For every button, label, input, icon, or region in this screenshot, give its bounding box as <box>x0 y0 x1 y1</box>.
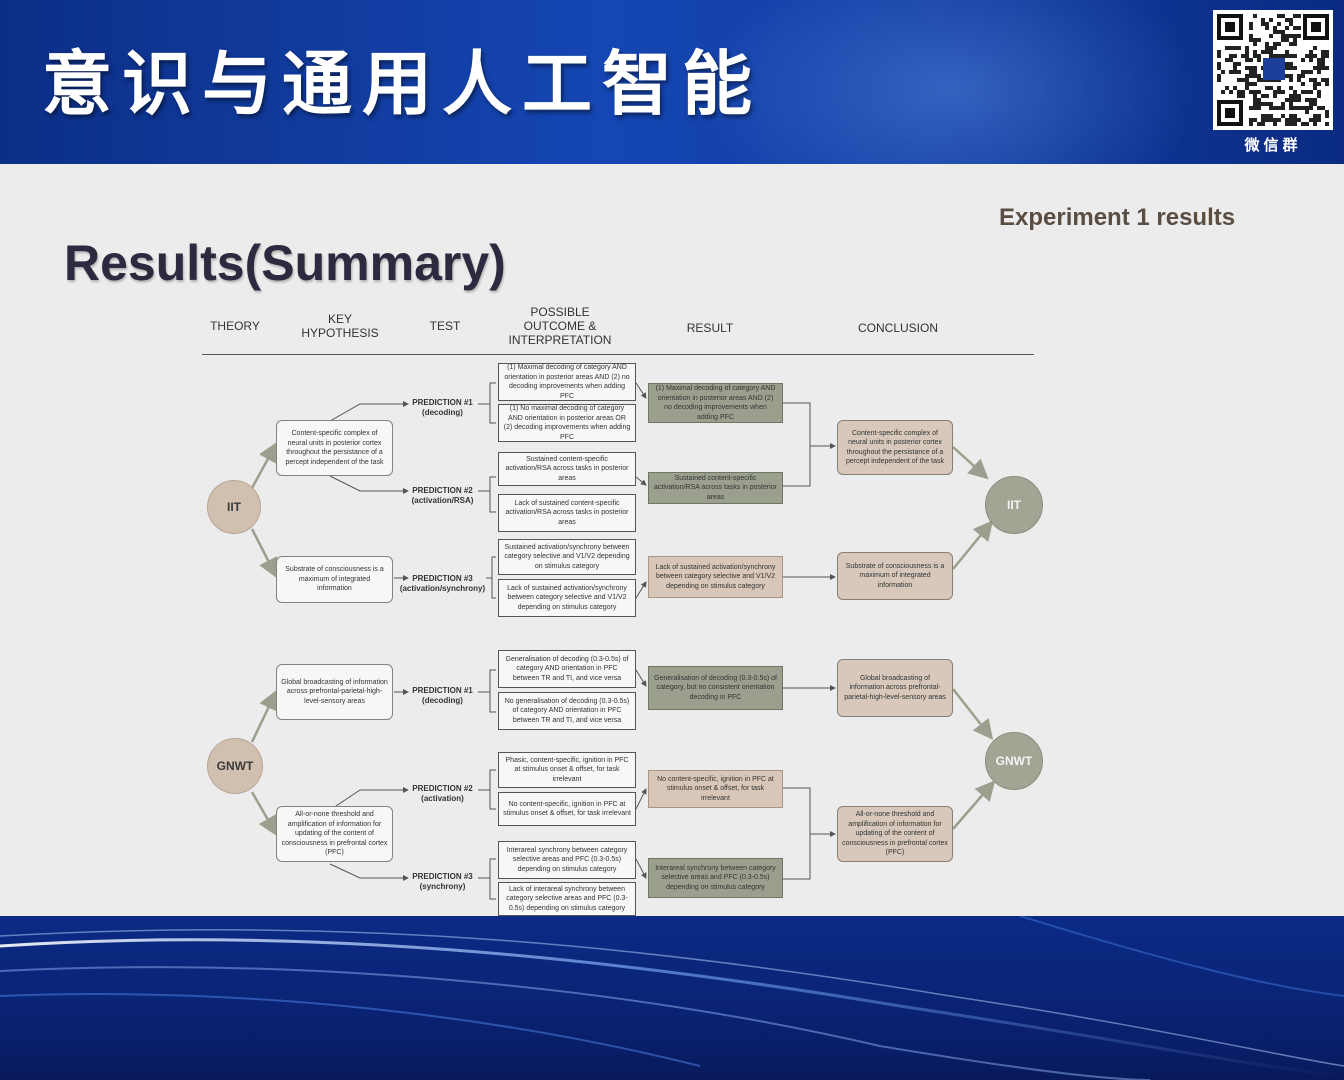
prediction-gnwt-3-sub: (synchrony) <box>419 882 466 891</box>
prediction-gnwt-2-sub: (activation) <box>421 794 464 803</box>
outcome-iit-5: Sustained activation/synchrony between c… <box>498 539 636 575</box>
outcome-gnwt-1: Generalisation of decoding (0.3-0.5s) of… <box>498 650 636 688</box>
outcome-gnwt-4: No content-specific, ignition in PFC at … <box>498 792 636 826</box>
header-banner: 意识与通用人工智能 微信群 <box>0 0 1344 164</box>
outcome-iit-4: Lack of sustained content-specific activ… <box>498 494 636 532</box>
result-iit-2: Sustained content-specific activation/RS… <box>648 472 783 504</box>
slide: Experiment 1 results Results(Summary) TH… <box>0 164 1344 916</box>
outcome-iit-1: (1) Maximal decoding of category AND ori… <box>498 363 636 401</box>
result-gnwt-2: No content-specific, ignition in PFC at … <box>648 770 783 808</box>
result-gnwt-3: Interareal synchrony between category se… <box>648 858 783 898</box>
conclusion-iit-1: Content-specific complex of neural units… <box>837 420 953 475</box>
conclusion-gnwt-2: All-or-none threshold and amplification … <box>837 806 953 862</box>
footer-decoration <box>0 916 1344 1080</box>
prediction-gnwt-3: PREDICTION #3 (synchrony) <box>405 872 480 892</box>
prediction-iit-1: PREDICTION #1 (decoding) <box>405 398 480 418</box>
prediction-iit-2: PREDICTION #2 (activation/RSA) <box>405 486 480 506</box>
prediction-gnwt-1: PREDICTION #1 (decoding) <box>405 686 480 706</box>
prediction-iit-3: PREDICTION #3 (activation/synchrony) <box>395 574 490 594</box>
result-gnwt-1: Generalisation of decoding (0.3-0.5s) of… <box>648 666 783 710</box>
prediction-iit-2-label: PREDICTION #2 <box>412 486 473 495</box>
qr-code-icon <box>1213 10 1333 130</box>
outcome-gnwt-3: Phasic, content-specific, ignition in PF… <box>498 752 636 788</box>
prediction-iit-1-label: PREDICTION #1 <box>412 398 473 407</box>
result-iit-3: Lack of sustained activation/synchrony b… <box>648 556 783 598</box>
prediction-gnwt-2-label: PREDICTION #2 <box>412 784 473 793</box>
outcome-gnwt-6: Lack of interareal synchrony between cat… <box>498 882 636 916</box>
outcome-iit-3: Sustained content-specific activation/RS… <box>498 452 636 486</box>
hypothesis-box-iit-1: Content-specific complex of neural units… <box>276 420 393 476</box>
outcome-iit-2: (1) No maximal decoding of category AND … <box>498 404 636 442</box>
conclusion-gnwt-1: Global broadcasting of information acros… <box>837 659 953 717</box>
qr-caption: 微信群 <box>1244 136 1302 154</box>
prediction-iit-3-label: PREDICTION #3 <box>412 574 473 583</box>
outcome-gnwt-2: No generalisation of decoding (0.3-0.5s)… <box>498 692 636 730</box>
hypothesis-box-iit-2: Substrate of consciousness is a maximum … <box>276 556 393 603</box>
banner-title: 意识与通用人工智能 <box>42 43 762 125</box>
outcome-iit-6: Lack of sustained activation/synchrony b… <box>498 579 636 617</box>
hypothesis-box-gnwt-2: All-or-none threshold and amplification … <box>276 806 393 862</box>
light-streak-decoration <box>0 916 1344 1080</box>
conclusion-circle-iit: IIT <box>985 476 1043 534</box>
prediction-gnwt-1-sub: (decoding) <box>422 696 463 705</box>
theory-circle-iit: IIT <box>207 480 261 534</box>
prediction-iit-2-sub: (activation/RSA) <box>411 496 474 505</box>
prediction-iit-3-sub: (activation/synchrony) <box>399 584 486 593</box>
theory-circle-gnwt: GNWT <box>207 738 263 794</box>
prediction-gnwt-2: PREDICTION #2 (activation) <box>405 784 480 804</box>
prediction-gnwt-1-label: PREDICTION #1 <box>412 686 473 695</box>
conclusion-circle-gnwt: GNWT <box>985 732 1043 790</box>
hypothesis-box-gnwt-1: Global broadcasting of information acros… <box>276 664 393 720</box>
prediction-gnwt-3-label: PREDICTION #3 <box>412 872 473 881</box>
result-iit-1: (1) Maximal decoding of category AND ori… <box>648 383 783 423</box>
prediction-iit-1-sub: (decoding) <box>422 408 463 417</box>
outcome-gnwt-5: Interareal synchrony between category se… <box>498 841 636 879</box>
conclusion-iit-2: Substrate of consciousness is a maximum … <box>837 552 953 600</box>
